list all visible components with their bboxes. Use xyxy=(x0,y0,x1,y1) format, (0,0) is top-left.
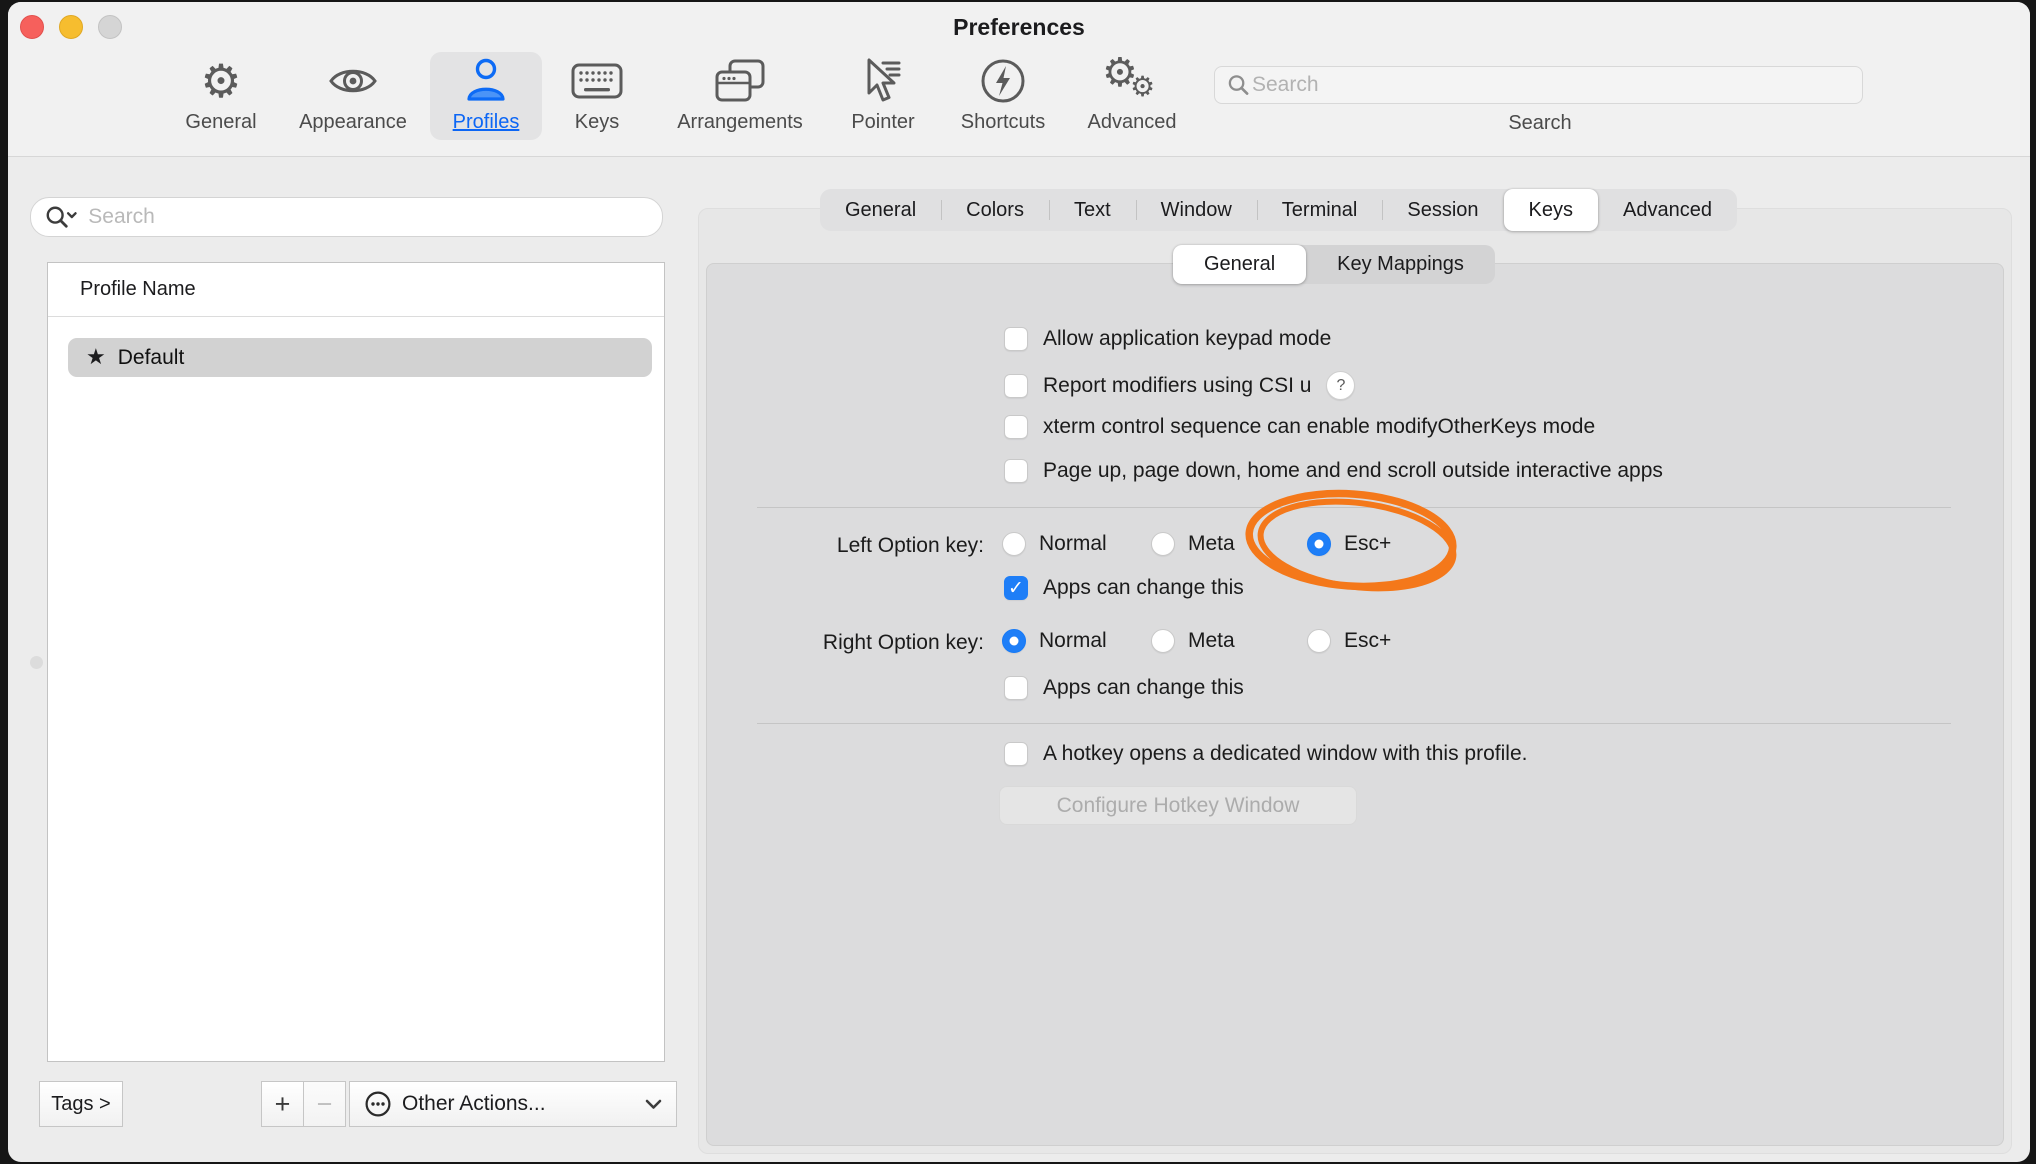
right-apps-can-change-row: Apps can change this xyxy=(1004,676,1244,700)
toolbar: Preferences ⚙ General Appearance Profile… xyxy=(8,2,2030,157)
checkbox-row-csi-u: Report modifiers using CSI u ? xyxy=(1004,371,1355,400)
radio-right-meta[interactable] xyxy=(1151,629,1175,653)
tab-advanced[interactable]: Advanced xyxy=(1598,189,1737,231)
help-button[interactable]: ? xyxy=(1326,371,1355,400)
checkbox-row-scroll-outside: Page up, page down, home and end scroll … xyxy=(1004,459,1663,483)
splitter-dot xyxy=(30,656,43,669)
tab-terminal[interactable]: Terminal xyxy=(1257,189,1383,231)
subtab-key-mappings[interactable]: Key Mappings xyxy=(1306,245,1495,284)
allow-keypad-checkbox[interactable] xyxy=(1004,327,1028,351)
tags-button[interactable]: Tags > xyxy=(39,1081,123,1127)
left-option-esc[interactable]: Esc+ xyxy=(1307,532,1391,556)
toolbar-search-field[interactable] xyxy=(1214,66,1863,104)
toolbar-item-advanced[interactable]: ⚙⚙ Advanced xyxy=(1057,54,1207,134)
profile-name: Default xyxy=(118,346,185,370)
person-icon xyxy=(463,54,509,108)
tab-window[interactable]: Window xyxy=(1136,189,1257,231)
radio-right-esc[interactable] xyxy=(1307,629,1331,653)
right-option-label: Right Option key: xyxy=(707,631,984,655)
profile-tabs: General Colors Text Window Terminal Sess… xyxy=(820,189,1737,231)
checkbox-row-keypad: Allow application keypad mode xyxy=(1004,327,1331,351)
other-actions-dropdown[interactable]: Other Actions... xyxy=(349,1081,677,1127)
profile-search-field[interactable] xyxy=(30,197,663,237)
chevron-down-icon xyxy=(645,1099,662,1110)
left-option-normal[interactable]: Normal xyxy=(1002,532,1107,556)
cursor-icon xyxy=(859,54,907,108)
toolbar-search-label: Search xyxy=(1508,112,1571,135)
left-option-label: Left Option key: xyxy=(707,534,984,558)
tab-colors[interactable]: Colors xyxy=(941,189,1049,231)
toolbar-item-keys[interactable]: Keys xyxy=(522,54,672,134)
keys-subtabs: General Key Mappings xyxy=(1173,245,1495,284)
profile-list-header: Profile Name xyxy=(48,263,664,317)
add-profile-button[interactable]: + xyxy=(261,1081,304,1127)
right-option-esc[interactable]: Esc+ xyxy=(1307,629,1391,653)
star-icon: ★ xyxy=(86,345,106,370)
modifyotherkeys-checkbox[interactable] xyxy=(1004,415,1028,439)
other-actions-label: Other Actions... xyxy=(402,1092,645,1116)
right-option-meta[interactable]: Meta xyxy=(1151,629,1235,653)
left-option-meta[interactable]: Meta xyxy=(1151,532,1235,556)
gear-icon: ⚙ xyxy=(200,54,241,108)
windows-icon xyxy=(714,54,766,108)
tab-keys[interactable]: Keys xyxy=(1504,189,1598,231)
hotkey-row: A hotkey opens a dedicated window with t… xyxy=(1004,742,1527,766)
profile-list: Profile Name ★ Default xyxy=(47,262,665,1062)
remove-profile-button: − xyxy=(303,1081,346,1127)
toolbar-item-arrangements[interactable]: Arrangements xyxy=(665,54,815,134)
bolt-icon xyxy=(979,54,1027,108)
eye-icon xyxy=(328,54,378,108)
radio-left-esc[interactable] xyxy=(1307,532,1331,556)
subtab-general[interactable]: General xyxy=(1173,245,1306,284)
toolbar-item-general[interactable]: ⚙ General xyxy=(146,54,296,134)
search-filter-icon xyxy=(45,204,78,230)
search-icon xyxy=(1227,73,1250,97)
profile-row-default[interactable]: ★ Default xyxy=(68,338,652,377)
hotkey-checkbox[interactable] xyxy=(1004,742,1028,766)
tab-text[interactable]: Text xyxy=(1049,189,1136,231)
left-apps-can-change-checkbox[interactable]: ✓ xyxy=(1004,576,1028,600)
window-title: Preferences xyxy=(8,14,2030,41)
configure-hotkey-window-button: Configure Hotkey Window xyxy=(999,786,1357,825)
toolbar-item-appearance[interactable]: Appearance xyxy=(278,54,428,134)
checkbox-row-modifyotherkeys: xterm control sequence can enable modify… xyxy=(1004,415,1595,439)
csi-u-checkbox[interactable] xyxy=(1004,374,1028,398)
keys-pane: Allow application keypad mode Report mod… xyxy=(706,263,2004,1146)
radio-left-meta[interactable] xyxy=(1151,532,1175,556)
scroll-outside-checkbox[interactable] xyxy=(1004,459,1028,483)
left-apps-can-change-row: ✓ Apps can change this xyxy=(1004,576,1244,600)
radio-left-normal[interactable] xyxy=(1002,532,1026,556)
tab-session[interactable]: Session xyxy=(1382,189,1503,231)
section-divider xyxy=(757,507,1951,508)
preferences-window: Preferences ⚙ General Appearance Profile… xyxy=(8,2,2030,1162)
right-apps-can-change-checkbox[interactable] xyxy=(1004,676,1028,700)
keyboard-icon xyxy=(571,54,623,108)
radio-right-normal[interactable] xyxy=(1002,629,1026,653)
profile-search-input[interactable] xyxy=(86,204,648,230)
toolbar-item-shortcuts[interactable]: Shortcuts xyxy=(928,54,1078,134)
right-option-normal[interactable]: Normal xyxy=(1002,629,1107,653)
section-divider xyxy=(757,723,1951,724)
gears-icon: ⚙⚙ xyxy=(1102,54,1162,108)
toolbar-search-input[interactable] xyxy=(1250,72,1850,98)
tab-general[interactable]: General xyxy=(820,189,941,231)
ellipsis-circle-icon xyxy=(364,1090,392,1118)
